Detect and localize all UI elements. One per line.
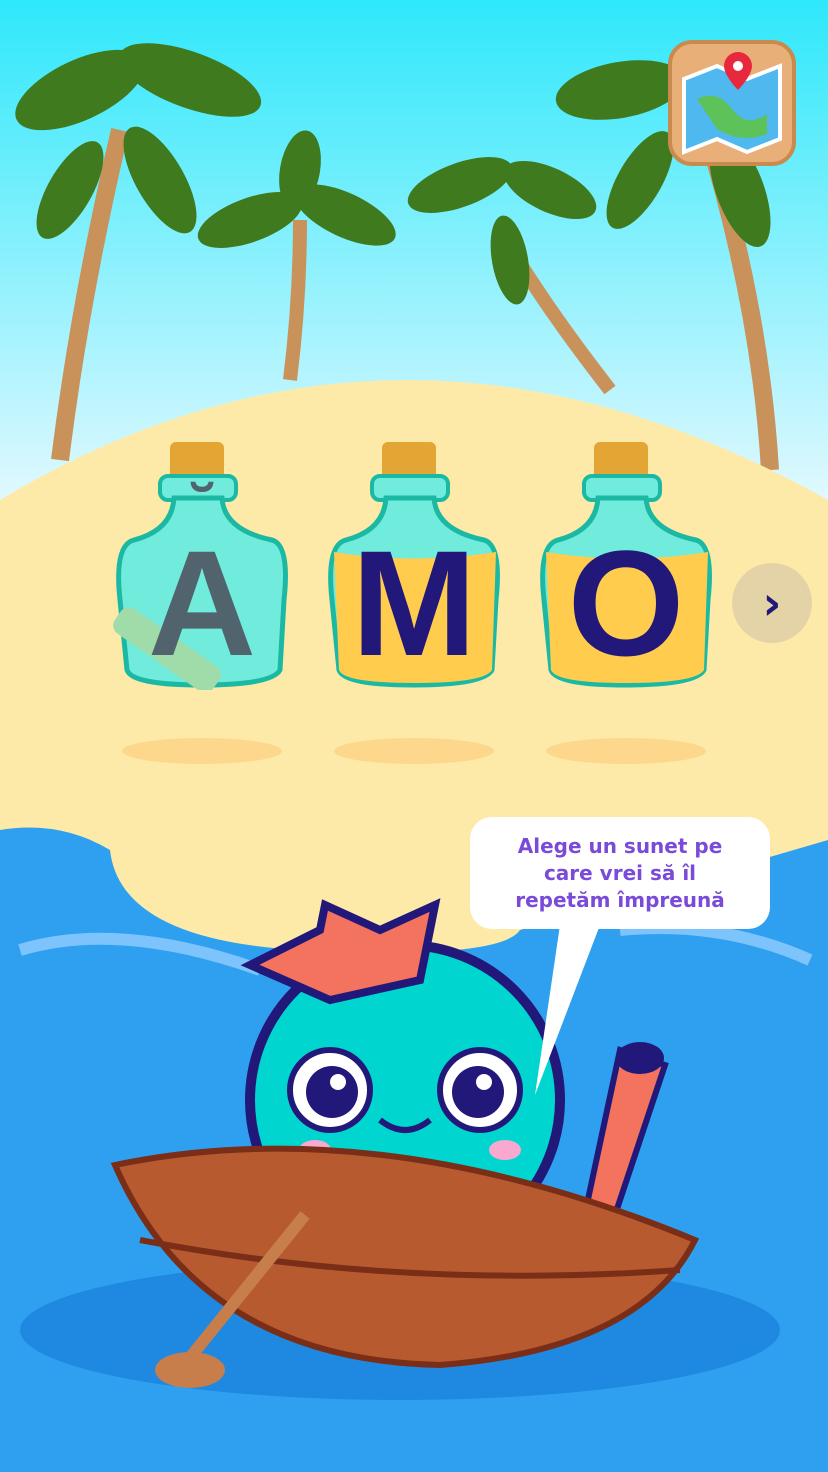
speech-bubble: Alege un sunet pe care vrei să îl repetă… <box>470 817 770 929</box>
bottle-letter: M <box>351 519 477 687</box>
background-scene <box>0 0 828 1472</box>
bottle-shadow <box>122 738 282 764</box>
bottle-shadow <box>334 738 494 764</box>
speech-line: repetăm împreună <box>515 887 725 912</box>
next-button[interactable]: › <box>732 563 812 643</box>
speech-line: care vrei să îl <box>543 860 697 885</box>
bottle-letter: O <box>567 519 685 687</box>
bottle-shadow <box>546 738 706 764</box>
chevron-right-icon: › <box>762 576 782 630</box>
map-icon <box>682 52 782 155</box>
bottle-letter: A <box>147 519 257 687</box>
letter-bottle-m[interactable]: M <box>324 440 504 690</box>
map-button[interactable] <box>668 40 796 166</box>
letter-bottle-o[interactable]: O <box>536 440 716 690</box>
letter-bottle-a-breve[interactable]: ˘ A <box>112 440 292 693</box>
speech-line: Alege un sunet pe <box>517 833 723 858</box>
